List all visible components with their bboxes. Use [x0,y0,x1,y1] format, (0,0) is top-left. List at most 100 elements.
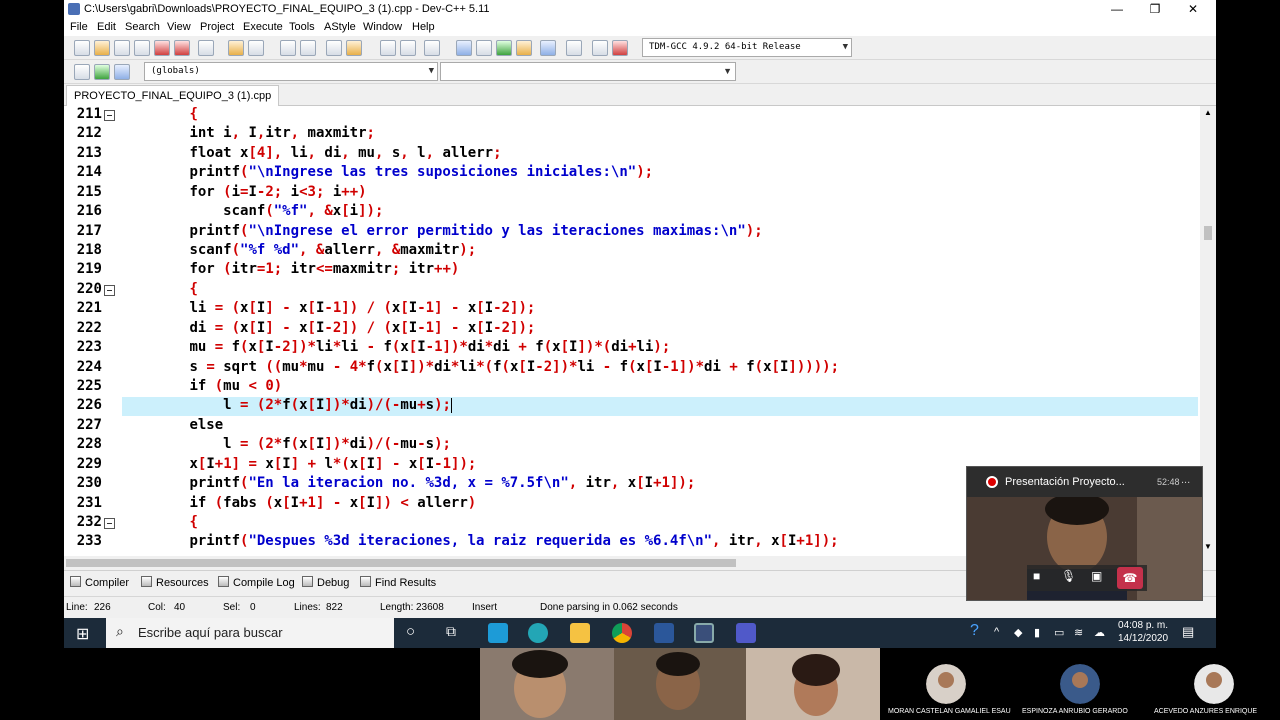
tab-compile-log[interactable]: Compile Log [218,576,295,589]
debug-icon[interactable] [612,40,628,56]
minimize-button[interactable]: — [1098,0,1136,18]
camera-icon[interactable]: ■ [1033,569,1040,583]
devcpp-taskbar-icon[interactable] [694,623,714,643]
compiler-select[interactable]: TDM-GCC 4.9.2 64-bit Release ▼ [642,38,852,57]
code-line[interactable]: { [122,514,197,530]
save-all-icon[interactable] [134,40,150,56]
store-icon[interactable] [488,623,508,643]
fold-toggle-icon[interactable] [104,110,115,121]
code-line[interactable]: { [122,106,197,122]
share-screen-icon[interactable]: ▣ [1091,569,1102,583]
title-bar[interactable]: C:\Users\gabri\Downloads\PROYECTO_FINAL_… [64,0,1216,18]
word-icon[interactable] [654,623,674,643]
tab-proyecto-final[interactable]: PROYECTO_FINAL_EQUIPO_3 (1).cpp [66,85,280,106]
horizontal-scroll-thumb[interactable] [66,559,736,567]
close-all-icon[interactable] [174,40,190,56]
menu-edit[interactable]: Edit [97,21,116,33]
menu-window[interactable]: Window [363,21,402,33]
code-line[interactable]: int i, I,itr, maxmitr; [122,125,375,141]
function-select[interactable]: ▼ [440,62,736,81]
compile-icon[interactable] [516,40,532,56]
profile-chart-icon[interactable] [592,40,608,56]
menu-file[interactable]: File [70,21,88,33]
vertical-scroll-thumb[interactable] [1204,226,1212,240]
undo-icon[interactable] [228,40,244,56]
code-line[interactable]: { [122,281,197,297]
teams-icon[interactable] [736,623,756,643]
code-line[interactable]: li = (x[I] - x[I-1]) / (x[I-1] - x[I-2])… [122,300,535,316]
new-file-icon[interactable] [74,40,90,56]
tab-find-results[interactable]: Find Results [360,576,436,589]
menu-tools[interactable]: Tools [289,21,315,33]
code-line[interactable]: else [122,417,223,433]
cortana-icon[interactable]: ○ [406,623,415,640]
code-line[interactable]: l = (2*f(x[I])*di)/(-mu+s); [122,397,452,413]
goto-bookmark-icon[interactable] [114,64,130,80]
code-line[interactable]: scanf("%f %d", &allerr, &maxmitr); [122,242,476,258]
code-line[interactable]: if (mu < 0) [122,378,282,394]
code-line[interactable]: if (fabs (x[I+1] - x[I]) < allerr) [122,495,476,511]
class-browser-icon[interactable] [496,40,512,56]
taskbar-search-box[interactable]: ⌕ Escribe aquí para buscar [106,618,394,648]
code-line[interactable]: printf("\nIngrese las tres suposiciones … [122,164,653,180]
file-explorer-icon[interactable] [570,623,590,643]
stop-icon[interactable] [566,40,582,56]
notifications-icon[interactable]: ▤ [1182,624,1194,640]
fullscreen-icon[interactable] [476,40,492,56]
fold-toggle-icon[interactable] [104,284,115,296]
chrome-icon[interactable] [612,623,632,643]
check-syntax-icon[interactable] [540,40,556,56]
tab-debug[interactable]: Debug [302,576,349,589]
scroll-down-icon[interactable]: ▼ [1204,542,1212,551]
code-line[interactable]: printf("Despues %3d iteraciones, la raiz… [122,533,838,549]
help-icon[interactable]: ? [970,622,979,640]
scroll-up-icon[interactable]: ▲ [1204,108,1212,117]
edge-icon[interactable] [528,623,548,643]
close-file-icon[interactable] [154,40,170,56]
save-icon[interactable] [114,40,130,56]
code-line[interactable]: di = (x[I] - x[I-2]) / (x[I-1] - x[I-2])… [122,320,535,336]
microphone-icon[interactable]: 🎙 [1061,569,1076,583]
toggle-bookmark-icon[interactable] [94,64,110,80]
indent-icon[interactable] [326,40,342,56]
code-line[interactable]: mu = f(x[I-2])*li*li - f(x[I-1])*di*di +… [122,339,670,355]
menu-execute[interactable]: Execute [243,21,283,33]
code-line[interactable]: printf("\nIngrese el error permitido y l… [122,223,762,239]
back-icon[interactable] [380,40,396,56]
menu-help[interactable]: Help [412,21,435,33]
close-button[interactable]: ✕ [1174,0,1212,18]
code-line[interactable]: scanf("%f", &x[i]); [122,203,383,219]
taskbar-clock[interactable]: 04:08 p. m. 14/12/2020 [1118,619,1168,645]
unindent-icon[interactable] [346,40,362,56]
print-icon[interactable] [198,40,214,56]
tab-compiler[interactable]: Compiler [70,576,129,589]
menu-search[interactable]: Search [125,21,160,33]
code-line[interactable]: float x[4], li, di, mu, s, l, allerr; [122,145,501,161]
windows-start-icon[interactable]: ⊞ [76,624,89,644]
tab-resources[interactable]: Resources [141,576,209,589]
globals-select[interactable]: (globals) ▼ [144,62,438,81]
teams-header[interactable]: Presentación Proyecto... 52:48 ... [967,467,1202,497]
open-file-icon[interactable] [94,40,110,56]
code-line[interactable]: for (itr=1; itr<=maxmitr; itr++) [122,261,459,277]
menu-project[interactable]: Project [200,21,234,33]
fold-toggle-icon[interactable] [104,518,115,530]
goto-line-icon[interactable] [424,40,440,56]
code-line[interactable]: l = (2*f(x[I])*di)/(-mu-s); [122,436,451,452]
more-options-button[interactable]: ... [1181,474,1190,486]
code-line[interactable]: printf("En la iteracion no. %3d, x = %7.… [122,475,695,491]
code-line[interactable]: x[I+1] = x[I] + l*(x[I] - x[I-1]); [122,456,476,472]
forward-icon[interactable] [400,40,416,56]
menu-astyle[interactable]: AStyle [324,21,356,33]
insert-icon[interactable] [74,64,90,80]
teams-meeting-window[interactable]: Presentación Proyecto... 52:48 ... ■ 🎙 ▣… [966,466,1203,601]
code-line[interactable]: for (i=I-2; i<3; i++) [122,184,366,200]
chevron-up-icon[interactable]: ^ [994,626,999,638]
code-line[interactable]: s = sqrt ((mu*mu - 4*f(x[I])*di*li*(f(x[… [122,359,839,375]
find-icon[interactable] [280,40,296,56]
new-project-icon[interactable] [456,40,472,56]
redo-icon[interactable] [248,40,264,56]
task-view-icon[interactable]: ⧉ [446,623,456,640]
hang-up-icon[interactable]: ☎ [1117,567,1143,589]
replace-icon[interactable] [300,40,316,56]
